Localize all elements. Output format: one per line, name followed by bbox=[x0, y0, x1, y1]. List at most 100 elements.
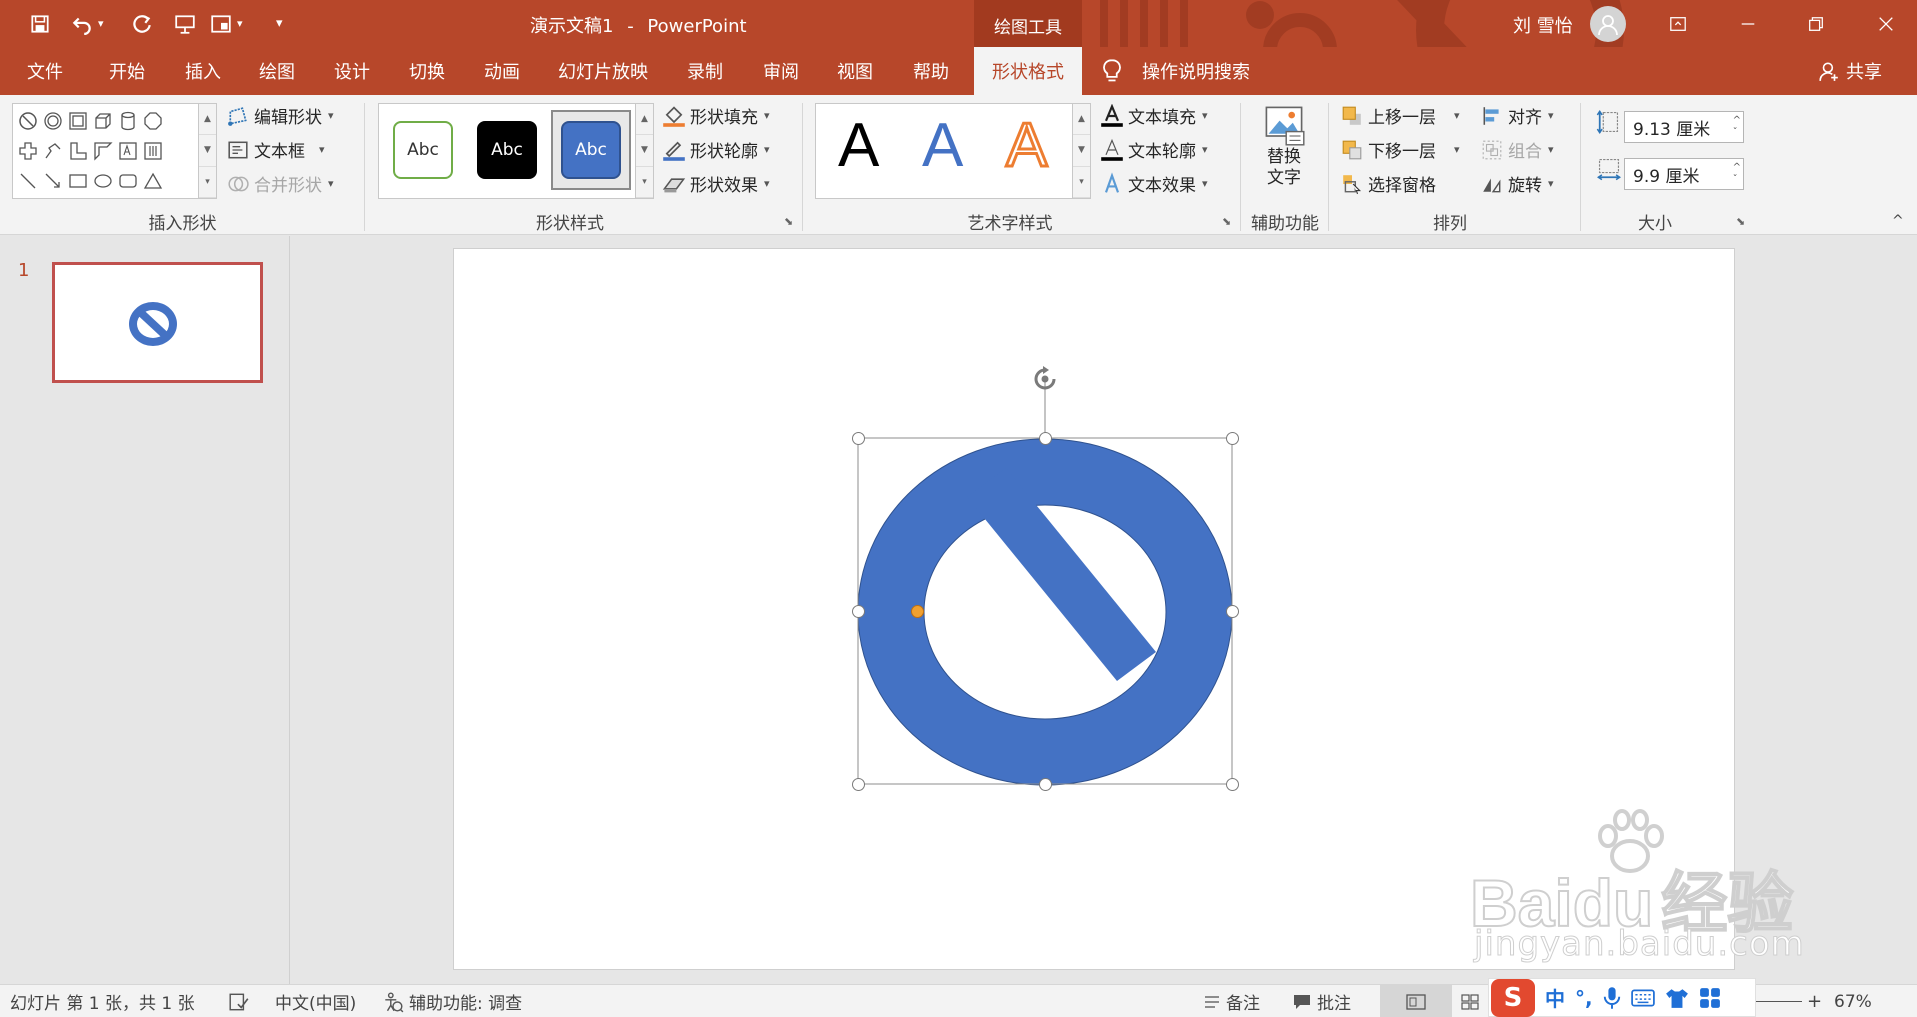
no-symbol-shape-icon[interactable] bbox=[15, 108, 40, 133]
half-frame-shape-icon[interactable] bbox=[90, 138, 115, 163]
arrow-line-shape-icon[interactable] bbox=[40, 168, 65, 193]
wordart-gallery[interactable]: A A A ▲ ▼ ▾ bbox=[815, 103, 1091, 199]
share-button[interactable]: 共享 bbox=[1818, 47, 1882, 95]
tell-me-search[interactable]: 操作说明搜索 bbox=[1100, 47, 1250, 95]
wordart-black[interactable]: A bbox=[838, 110, 879, 181]
style-thumb-black[interactable]: Abc bbox=[467, 110, 547, 190]
shape-outline-button[interactable]: 形状轮廓 ▾ bbox=[662, 137, 770, 162]
zoom-in-icon[interactable]: + bbox=[1807, 991, 1822, 1012]
height-spinner[interactable]: ^ ˇ bbox=[1733, 112, 1741, 142]
ime-mode[interactable]: 中 bbox=[1545, 983, 1565, 1012]
l-shape-icon[interactable] bbox=[65, 138, 90, 163]
keyboard-icon[interactable] bbox=[1630, 988, 1655, 1008]
tab-view[interactable]: 视图 bbox=[822, 47, 888, 95]
textbox-shape-icon[interactable] bbox=[115, 138, 140, 163]
tab-animations[interactable]: 动画 bbox=[469, 47, 535, 95]
octagon-shape-icon[interactable] bbox=[140, 108, 165, 133]
shape-style-gallery[interactable]: Abc Abc Abc ▲ ▼ ▾ bbox=[378, 103, 654, 199]
tab-design[interactable]: 设计 bbox=[319, 47, 385, 95]
tab-slideshow[interactable]: 幻灯片放映 bbox=[548, 47, 658, 95]
scroll-down-icon[interactable]: ▼ bbox=[199, 135, 216, 167]
resize-handle-top-right[interactable] bbox=[1226, 432, 1239, 445]
merge-shapes-button[interactable]: 合并形状 ▾ bbox=[226, 171, 334, 196]
style-thumb-blue-selected[interactable]: Abc bbox=[551, 110, 631, 190]
spell-check-icon[interactable] bbox=[228, 985, 250, 1017]
vertical-textbox-shape-icon[interactable] bbox=[140, 138, 165, 163]
wordart-gallery-scroll[interactable]: ▲ ▼ ▾ bbox=[1072, 104, 1090, 198]
slide-thumbnail[interactable] bbox=[52, 262, 263, 383]
zoom-track[interactable] bbox=[1756, 1001, 1802, 1002]
rounded-rectangle-shape-icon[interactable] bbox=[115, 168, 140, 193]
text-box-button[interactable]: 文本框 ▾ bbox=[226, 137, 325, 162]
line-shape-icon[interactable] bbox=[15, 168, 40, 193]
microphone-icon[interactable] bbox=[1603, 986, 1621, 1010]
scroll-up-icon[interactable]: ▲ bbox=[199, 104, 216, 136]
resize-handle-left[interactable] bbox=[852, 605, 865, 618]
scroll-up-icon[interactable]: ▲ bbox=[1073, 104, 1090, 136]
gallery-more-icon[interactable]: ▾ bbox=[199, 167, 216, 198]
shape-gallery-scroll[interactable]: ▲ ▼ ▾ bbox=[198, 104, 216, 198]
sogou-logo-icon[interactable]: S bbox=[1491, 978, 1535, 1017]
language-indicator[interactable]: 中文(中国) bbox=[275, 985, 356, 1017]
zoom-level[interactable]: 67% bbox=[1834, 985, 1872, 1017]
notes-button[interactable]: 备注 bbox=[1203, 985, 1260, 1017]
accessibility-checker[interactable]: 辅助功能: 调查 bbox=[382, 985, 522, 1017]
text-outline-button[interactable]: 文本轮廓 ▾ bbox=[1100, 137, 1208, 162]
user-name[interactable]: 刘 雪怡 bbox=[1513, 12, 1573, 38]
ime-punctuation[interactable]: °, bbox=[1575, 986, 1593, 1010]
resize-handle-bottom-right[interactable] bbox=[1226, 778, 1239, 791]
resize-handle-right[interactable] bbox=[1226, 605, 1239, 618]
send-backward-button[interactable]: 下移一层 ▾ bbox=[1340, 137, 1460, 162]
dialog-launcher-icon[interactable]: ⬊ bbox=[1222, 215, 1231, 228]
triangle-shape-icon[interactable] bbox=[140, 168, 165, 193]
redo-icon[interactable] bbox=[128, 10, 156, 38]
rotate-button[interactable]: 旋转 ▾ bbox=[1480, 171, 1554, 196]
adjustment-handle[interactable] bbox=[911, 605, 924, 618]
edit-shape-button[interactable]: 编辑形状 ▾ bbox=[226, 103, 334, 128]
tab-shape-format[interactable]: 形状格式 bbox=[974, 47, 1082, 95]
shape-effects-button[interactable]: 形状效果 ▾ bbox=[662, 171, 770, 196]
scroll-down-icon[interactable]: ▼ bbox=[636, 135, 653, 167]
gallery-more-icon[interactable]: ▾ bbox=[636, 167, 653, 198]
style-thumb-outline-green[interactable]: Abc bbox=[383, 110, 463, 190]
tab-transitions[interactable]: 切换 bbox=[394, 47, 460, 95]
avatar[interactable] bbox=[1590, 6, 1626, 42]
present-from-start-icon[interactable] bbox=[171, 10, 199, 38]
tab-insert[interactable]: 插入 bbox=[170, 47, 236, 95]
tab-help[interactable]: 帮助 bbox=[898, 47, 964, 95]
gallery-more-icon[interactable]: ▾ bbox=[1073, 167, 1090, 198]
group-button[interactable]: 组合 ▾ bbox=[1480, 137, 1554, 162]
slide-sorter-button[interactable] bbox=[1460, 985, 1480, 1017]
shape-height-input[interactable]: 9.13 厘米 ^ ˇ bbox=[1624, 111, 1744, 143]
align-button[interactable]: 对齐 ▾ bbox=[1480, 103, 1554, 128]
text-effects-button[interactable]: 文本效果 ▾ bbox=[1100, 171, 1208, 196]
normal-view-button[interactable] bbox=[1380, 985, 1452, 1017]
shape-gallery[interactable]: ▲ ▼ ▾ bbox=[12, 103, 217, 199]
shape-width-input[interactable]: 9.9 厘米 ^ ˇ bbox=[1624, 158, 1744, 190]
width-spinner[interactable]: ^ ˇ bbox=[1733, 159, 1741, 189]
undo-icon[interactable] bbox=[68, 10, 96, 38]
close-button[interactable] bbox=[1858, 0, 1914, 47]
rectangle-shape-icon[interactable] bbox=[65, 168, 90, 193]
resize-handle-top[interactable] bbox=[1039, 432, 1052, 445]
tab-file[interactable]: 文件 bbox=[14, 47, 76, 95]
cross-shape-icon[interactable] bbox=[15, 138, 40, 163]
can-shape-icon[interactable] bbox=[115, 108, 140, 133]
wordart-blue[interactable]: A bbox=[922, 110, 963, 181]
text-fill-button[interactable]: 文本填充 ▾ bbox=[1100, 103, 1208, 128]
scroll-up-icon[interactable]: ▲ bbox=[636, 104, 653, 136]
freeform-shape-icon[interactable] bbox=[40, 138, 65, 163]
resize-handle-bottom-left[interactable] bbox=[852, 778, 865, 791]
restore-button[interactable] bbox=[1788, 0, 1844, 47]
layout-icon[interactable] bbox=[207, 10, 235, 38]
skin-shirt-icon[interactable] bbox=[1665, 987, 1689, 1009]
tab-review[interactable]: 审阅 bbox=[748, 47, 814, 95]
donut-shape-icon[interactable] bbox=[40, 108, 65, 133]
save-icon[interactable] bbox=[26, 10, 54, 38]
ribbon-display-options-button[interactable] bbox=[1650, 0, 1706, 47]
frame-shape-icon[interactable] bbox=[65, 108, 90, 133]
toolbox-grid-icon[interactable] bbox=[1699, 987, 1721, 1009]
wordart-orange-outline[interactable]: A bbox=[1004, 110, 1048, 182]
dialog-launcher-icon[interactable]: ⬊ bbox=[1736, 215, 1745, 228]
layout-dropdown-icon[interactable]: ▾ bbox=[237, 17, 243, 30]
